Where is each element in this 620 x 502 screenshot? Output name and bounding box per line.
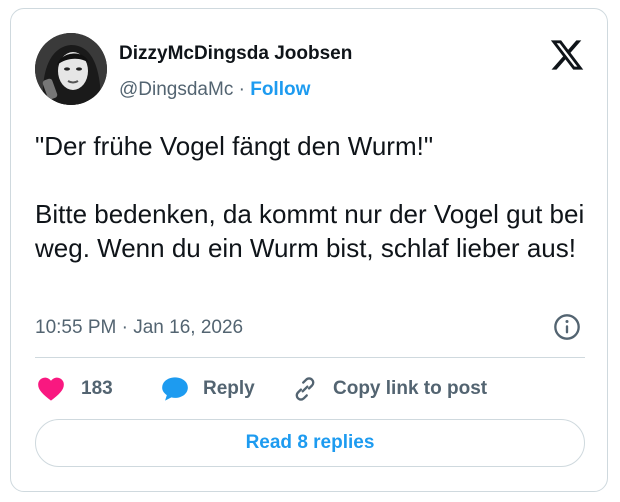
separator-dot: · <box>238 79 245 100</box>
user-handle[interactable]: @DingsdaMc <box>119 79 233 100</box>
tweet-paragraph: Bitte bedenken, da kommt nur der Vogel g… <box>35 199 585 263</box>
speech-bubble-icon <box>162 377 188 401</box>
heart-icon <box>38 377 64 401</box>
copy-link-label: Copy link to post <box>333 378 488 399</box>
tweet-card: DizzyMcDingsda Joobsen @DingsdaMc · Foll… <box>10 8 608 492</box>
timestamp[interactable]: 10:55 PM · Jan 16, 2026 <box>35 317 243 339</box>
reply-button[interactable]: Reply <box>161 375 255 403</box>
avatar[interactable] <box>35 33 107 105</box>
tweet-text: "Der frühe Vogel fängt den Wurm!" Bitte … <box>35 129 585 265</box>
display-name[interactable]: DizzyMcDingsda Joobsen <box>119 43 352 65</box>
read-replies-label: Read 8 replies <box>245 432 375 453</box>
divider <box>35 357 585 358</box>
like-button[interactable]: 183 <box>37 375 113 403</box>
copy-link-button[interactable]: Copy link to post <box>291 375 487 403</box>
reply-label: Reply <box>203 378 255 399</box>
handle-row: @DingsdaMc · Follow <box>119 79 310 101</box>
follow-button[interactable]: Follow <box>250 79 310 100</box>
read-replies-button[interactable]: Read 8 replies <box>35 419 585 467</box>
x-logo-icon[interactable] <box>549 37 585 73</box>
link-icon <box>295 377 315 401</box>
info-icon[interactable] <box>553 313 581 341</box>
tweet-paragraph: "Der frühe Vogel fängt den Wurm!" <box>35 131 434 161</box>
like-count: 183 <box>81 378 113 399</box>
